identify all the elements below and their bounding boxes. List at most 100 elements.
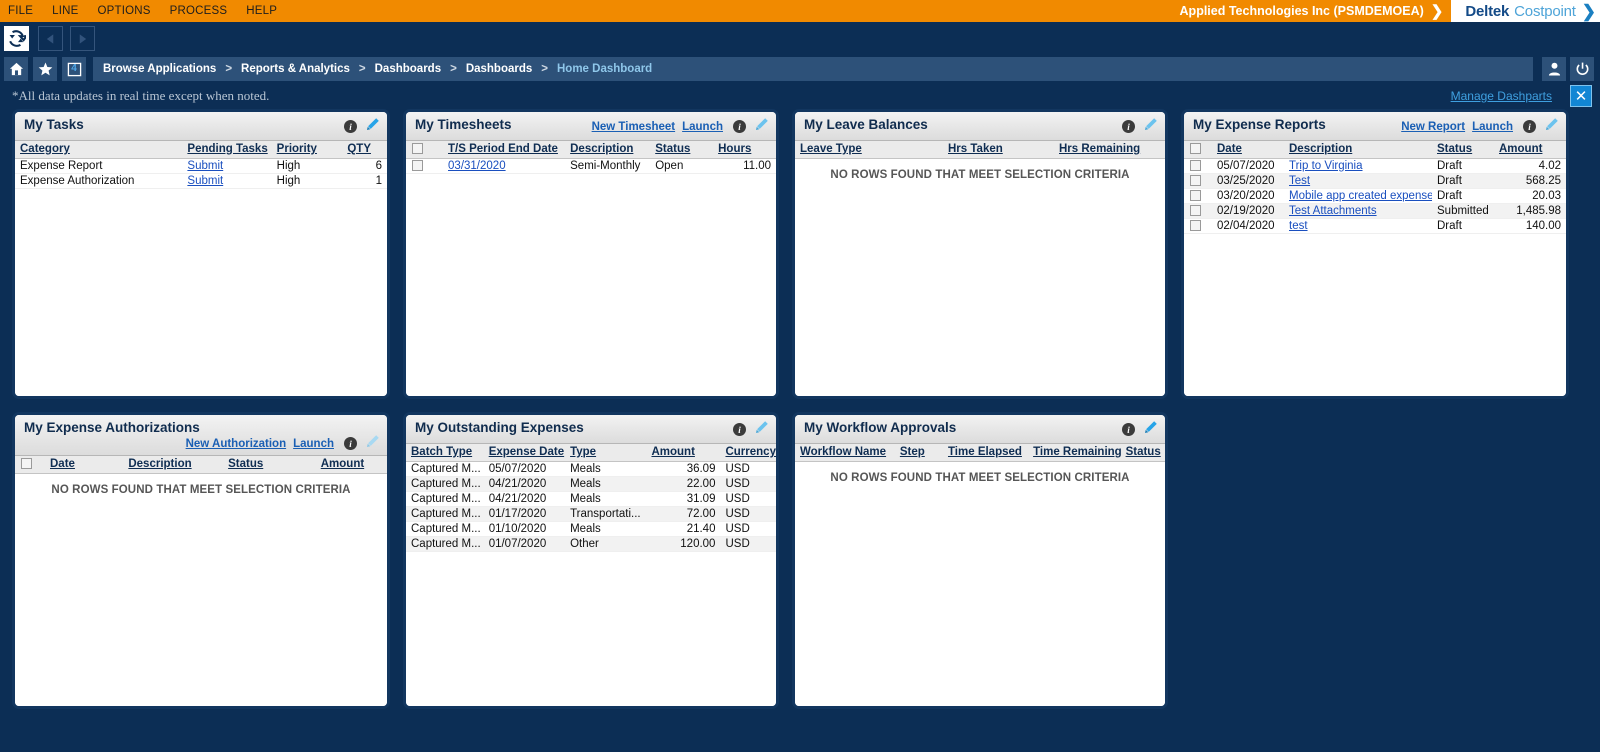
cell-select[interactable]	[1184, 173, 1212, 188]
info-icon[interactable]: i	[344, 437, 357, 450]
table-row[interactable]: Captured M... 05/07/2020 Meals 36.09 USD	[406, 461, 776, 476]
column-header-time-elapsed[interactable]: Time Elapsed	[943, 444, 1028, 461]
edit-pencil-icon[interactable]	[755, 420, 769, 439]
power-icon[interactable]	[1570, 57, 1594, 81]
column-header-currency[interactable]: Currency	[720, 444, 776, 461]
cell-select[interactable]	[1184, 203, 1212, 218]
breadcrumb-item-dashboards-2[interactable]: Dashboards	[466, 63, 532, 75]
table-row[interactable]: Expense Report Submit High 6	[15, 158, 387, 173]
edit-pencil-icon[interactable]	[366, 434, 380, 453]
info-icon[interactable]: i	[1523, 120, 1536, 133]
row-checkbox[interactable]	[1190, 160, 1201, 171]
edit-pencil-icon[interactable]	[366, 117, 380, 136]
column-header-workflow-name[interactable]: Workflow Name	[795, 444, 895, 461]
star-icon[interactable]	[33, 57, 57, 81]
cell-select[interactable]	[1184, 218, 1212, 233]
edit-pencil-icon[interactable]	[1545, 117, 1559, 136]
column-header-hrs-taken[interactable]: Hrs Taken	[943, 141, 1054, 158]
launch-link[interactable]: Launch	[293, 438, 334, 450]
row-checkbox[interactable]	[1190, 190, 1201, 201]
menu-item-process[interactable]: PROCESS	[170, 5, 241, 17]
forward-arrow-icon[interactable]	[70, 26, 95, 51]
column-header-status[interactable]: Status	[650, 141, 713, 158]
column-header-amount[interactable]: Amount	[646, 444, 720, 461]
info-icon[interactable]: i	[1122, 120, 1135, 133]
column-header-status[interactable]: Status	[1432, 141, 1494, 158]
column-header-priority[interactable]: Priority	[272, 141, 343, 158]
row-checkbox[interactable]	[1190, 175, 1201, 186]
menu-item-help[interactable]: HELP	[246, 5, 290, 17]
home-icon[interactable]	[4, 57, 28, 81]
table-row[interactable]: 05/07/2020 Trip to Virginia Draft 4.02	[1184, 158, 1566, 173]
expense-report-link[interactable]: Trip to Virginia	[1289, 160, 1363, 172]
new-report-link[interactable]: New Report	[1401, 121, 1465, 133]
table-row[interactable]: Captured M... 01/17/2020 Transportati...…	[406, 506, 776, 521]
column-header-status[interactable]: Status	[223, 456, 316, 473]
table-row[interactable]: 02/04/2020 test Draft 140.00	[1184, 218, 1566, 233]
menu-item-file[interactable]: FILE	[8, 5, 46, 17]
table-row[interactable]: Captured M... 04/21/2020 Meals 31.09 USD	[406, 491, 776, 506]
column-header-expense-date[interactable]: Expense Date	[484, 444, 565, 461]
column-header-select-all[interactable]	[406, 141, 443, 158]
table-row[interactable]: 03/20/2020 Mobile app created expense re…	[1184, 188, 1566, 203]
refresh-icon[interactable]	[4, 26, 29, 51]
row-checkbox[interactable]	[412, 160, 423, 171]
table-row[interactable]: Captured M... 01/07/2020 Other 120.00 US…	[406, 536, 776, 551]
column-header-batch-type[interactable]: Batch Type	[406, 444, 484, 461]
close-icon[interactable]: ✕	[1570, 85, 1592, 107]
expense-report-link[interactable]: Test Attachments	[1289, 205, 1377, 217]
user-icon[interactable]	[1542, 57, 1566, 81]
expense-report-link[interactable]: test	[1289, 220, 1308, 232]
timesheet-link[interactable]: 03/31/2020	[448, 160, 506, 172]
breadcrumb-item-browse-applications[interactable]: Browse Applications	[103, 63, 216, 75]
column-header-amount[interactable]: Amount	[1494, 141, 1566, 158]
info-icon[interactable]: i	[733, 120, 746, 133]
launch-link[interactable]: Launch	[682, 121, 723, 133]
column-header-description[interactable]: Description	[565, 141, 650, 158]
cell-select[interactable]	[1184, 158, 1212, 173]
column-header-description[interactable]: Description	[123, 456, 223, 473]
column-header-leave-type[interactable]: Leave Type	[795, 141, 943, 158]
back-arrow-icon[interactable]	[38, 26, 63, 51]
cell-select[interactable]	[406, 158, 443, 173]
column-header-hours[interactable]: Hours	[713, 141, 776, 158]
info-icon[interactable]: i	[1122, 423, 1135, 436]
column-header-hrs-remaining[interactable]: Hrs Remaining	[1054, 141, 1165, 158]
column-header-select-all[interactable]	[15, 456, 45, 473]
column-header-status[interactable]: Status	[1121, 444, 1165, 461]
column-header-category[interactable]: Category	[15, 141, 182, 158]
select-all-checkbox[interactable]	[21, 458, 32, 469]
edit-pencil-icon[interactable]	[1144, 117, 1158, 136]
edit-pencil-icon[interactable]	[755, 117, 769, 136]
table-row[interactable]: 03/31/2020 Semi-Monthly Open 11.00	[406, 158, 776, 173]
menu-item-options[interactable]: OPTIONS	[97, 5, 163, 17]
column-header-amount[interactable]: Amount	[316, 456, 387, 473]
submit-link[interactable]: Submit	[187, 175, 223, 187]
breadcrumb-item-reports-analytics[interactable]: Reports & Analytics	[241, 63, 350, 75]
column-header-time-remaining[interactable]: Time Remaining	[1028, 444, 1121, 461]
column-header-period-end-date[interactable]: T/S Period End Date	[443, 141, 565, 158]
column-header-type[interactable]: Type	[565, 444, 646, 461]
column-header-pending-tasks[interactable]: Pending Tasks	[182, 141, 271, 158]
column-header-date[interactable]: Date	[45, 456, 123, 473]
select-all-checkbox[interactable]	[412, 143, 423, 154]
recent-items-icon[interactable]: 4	[62, 57, 86, 81]
expense-report-link[interactable]: Mobile app created expense rep	[1289, 190, 1432, 202]
column-header-step[interactable]: Step	[895, 444, 943, 461]
breadcrumb-item-dashboards[interactable]: Dashboards	[375, 63, 441, 75]
select-all-checkbox[interactable]	[1190, 143, 1201, 154]
column-header-description[interactable]: Description	[1284, 141, 1432, 158]
expense-report-link[interactable]: Test	[1289, 175, 1310, 187]
info-icon[interactable]: i	[344, 120, 357, 133]
launch-link[interactable]: Launch	[1472, 121, 1513, 133]
info-icon[interactable]: i	[733, 423, 746, 436]
submit-link[interactable]: Submit	[187, 160, 223, 172]
column-header-date[interactable]: Date	[1212, 141, 1284, 158]
table-row[interactable]: 02/19/2020 Test Attachments Submitted 1,…	[1184, 203, 1566, 218]
manage-dashparts-link[interactable]: Manage Dashparts	[1451, 89, 1552, 103]
company-selector[interactable]: Applied Technologies Inc (PSMDEMOEA) ❯	[1180, 4, 1446, 19]
table-row[interactable]: 03/25/2020 Test Draft 568.25	[1184, 173, 1566, 188]
row-checkbox[interactable]	[1190, 205, 1201, 216]
row-checkbox[interactable]	[1190, 220, 1201, 231]
column-header-qty[interactable]: QTY	[342, 141, 387, 158]
